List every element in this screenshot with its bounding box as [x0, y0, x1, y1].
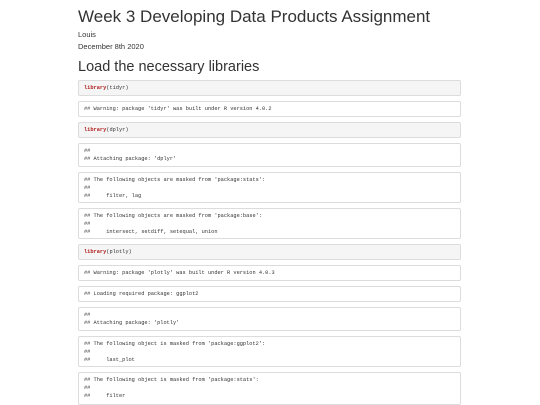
output-block: ## Warning: package 'tidyr' was built un… [78, 101, 461, 117]
output-block: ## The following object is masked from '… [78, 372, 461, 405]
page: Week 3 Developing Data Products Assignme… [0, 0, 540, 405]
output-line: ## intersect, setdiff, setequal, union [84, 228, 218, 235]
output-line: ## [84, 348, 91, 355]
output-line: ## The following object is masked from '… [84, 341, 266, 347]
code-argument: (tidyr) [106, 85, 129, 91]
output-line: ## filter [84, 392, 126, 399]
output-line: ## [84, 312, 91, 318]
output-block: ## Warning: package 'plotly' was built u… [78, 265, 461, 281]
code-argument: (plotly) [106, 249, 132, 255]
code-chunk[interactable]: library(dplyr) [78, 122, 461, 138]
code-chunk[interactable]: library(plotly) [78, 244, 461, 260]
code-argument: (dplyr) [106, 127, 129, 133]
output-line: ## [84, 384, 91, 391]
section-heading: Load the necessary libraries [78, 59, 260, 75]
output-line: ## Warning: package 'plotly' was built u… [84, 270, 275, 276]
output-block: ## ## Attaching package: 'dplyr' [78, 143, 461, 167]
output-line: ## Loading required package: ggplot2 [84, 291, 199, 297]
output-line: ## Warning: package 'tidyr' was built un… [84, 106, 272, 112]
output-line: ## filter, lag [84, 192, 142, 199]
output-line: ## Attaching package: 'plotly' [84, 319, 180, 326]
code-function: library [84, 249, 107, 255]
output-line: ## [84, 148, 91, 154]
output-line: ## Attaching package: 'dplyr' [84, 155, 177, 162]
code-chunk[interactable]: library(tidyr) [78, 80, 461, 96]
code-function: library [84, 127, 107, 133]
document-title: Week 3 Developing Data Products Assignme… [78, 7, 431, 26]
output-line: ## The following objects are masked from… [84, 177, 266, 183]
output-block: ## The following object is masked from '… [78, 336, 461, 367]
output-block: ## The following objects are masked from… [78, 172, 461, 203]
output-block: ## The following objects are masked from… [78, 208, 461, 239]
output-line: ## [84, 184, 91, 191]
output-line: ## [84, 220, 91, 227]
author: Louis [78, 30, 96, 39]
code-function: library [84, 85, 107, 91]
output-line: ## The following object is masked from '… [84, 377, 259, 383]
date: December 8th 2020 [78, 42, 144, 51]
output-line: ## last_plot [84, 356, 135, 363]
output-block: ## Loading required package: ggplot2 [78, 286, 461, 302]
output-line: ## The following objects are masked from… [84, 213, 263, 219]
output-block: ## ## Attaching package: 'plotly' [78, 307, 461, 331]
